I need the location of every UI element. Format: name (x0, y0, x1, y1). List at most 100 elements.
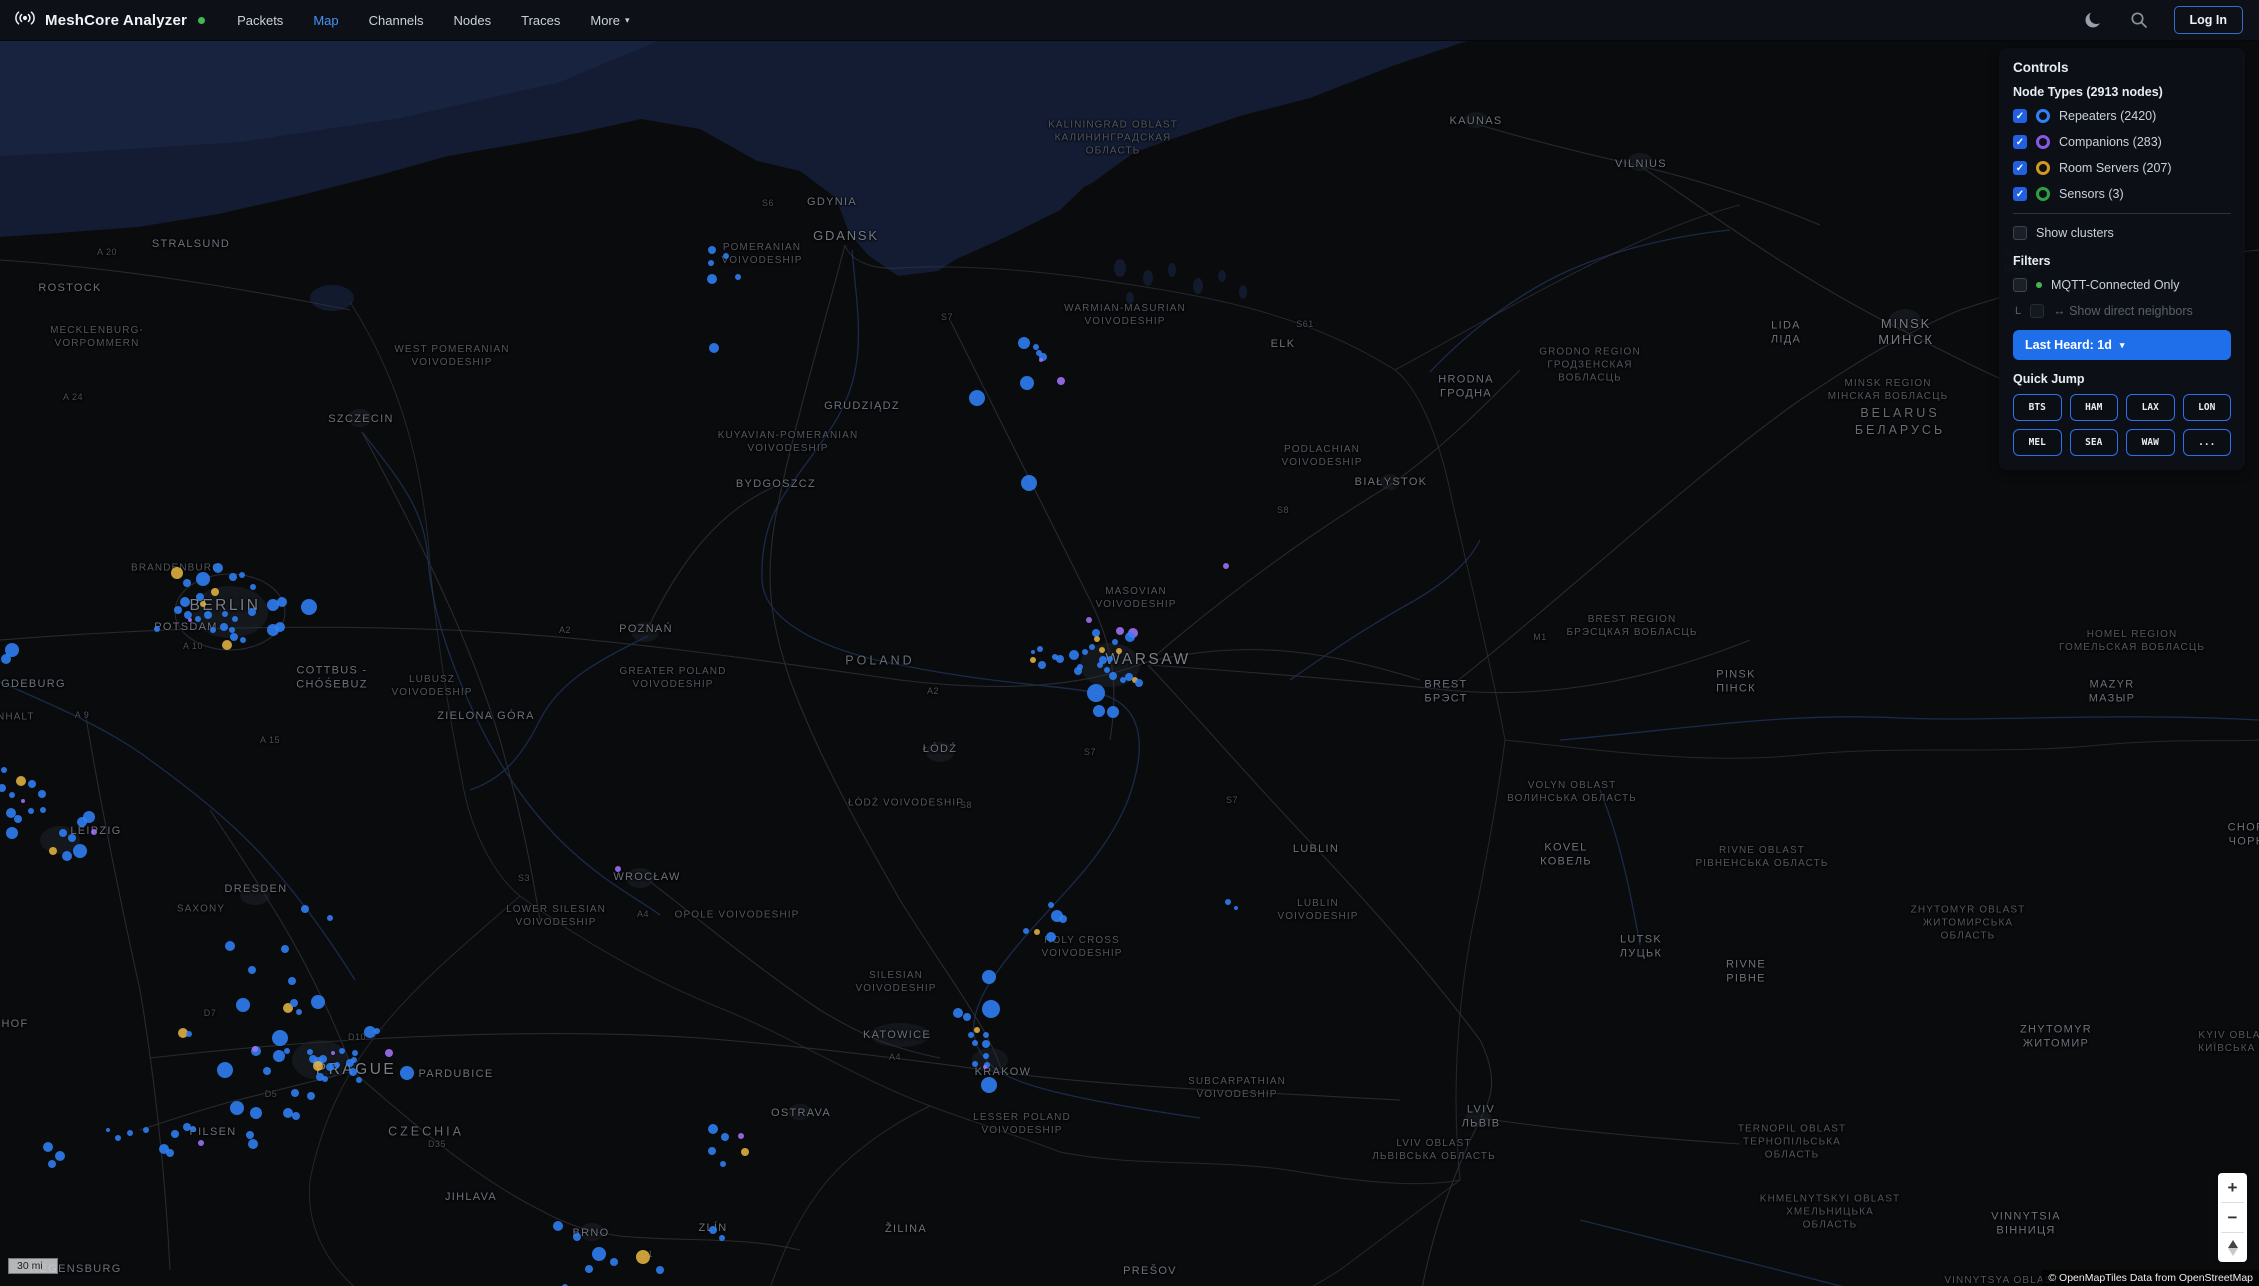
node-dot[interactable] (741, 1148, 749, 1156)
node-dot[interactable] (374, 1028, 380, 1034)
node-dot[interactable] (48, 1160, 56, 1168)
node-dot[interactable] (1116, 627, 1124, 635)
node-dot[interactable] (292, 1112, 300, 1120)
node-dot[interactable] (296, 1009, 302, 1015)
node-dot[interactable] (735, 274, 741, 280)
quick-jump-lon-button[interactable]: LON (2183, 394, 2232, 421)
node-dot[interactable] (1048, 902, 1054, 908)
brand[interactable]: MeshCore Analyzer (14, 10, 205, 31)
theme-toggle-moon-icon[interactable] (2082, 9, 2104, 31)
mqtt-checkbox[interactable] (2013, 278, 2027, 292)
node-dot[interactable] (708, 260, 714, 266)
node-dot[interactable] (213, 563, 223, 573)
node-dot[interactable] (708, 246, 716, 254)
node-dot[interactable] (972, 1061, 978, 1067)
node-dot[interactable] (983, 1053, 989, 1059)
node-dot[interactable] (1135, 679, 1143, 687)
quick-jump-sea-button[interactable]: SEA (2070, 429, 2119, 456)
node-dot[interactable] (16, 776, 26, 786)
node-dot[interactable] (40, 807, 46, 813)
node-dot[interactable] (38, 790, 46, 798)
node-dot[interactable] (301, 599, 317, 615)
node-dot[interactable] (196, 593, 204, 601)
node-dot[interactable] (6, 827, 18, 839)
quick-jump-bts-button[interactable]: BTS (2013, 394, 2062, 421)
node-dot[interactable] (969, 390, 985, 406)
nav-link-packets[interactable]: Packets (237, 13, 283, 28)
room-servers-checkbox[interactable]: ✓ (2013, 161, 2027, 175)
nav-link-map[interactable]: Map (313, 13, 338, 28)
node-dot[interactable] (171, 567, 183, 579)
node-dot[interactable] (250, 1107, 262, 1119)
node-dot[interactable] (963, 1013, 971, 1021)
node-dot[interactable] (180, 597, 190, 607)
node-dot[interactable] (204, 611, 212, 619)
node-dot[interactable] (1112, 639, 1118, 645)
repeaters-checkbox[interactable]: ✓ (2013, 109, 2027, 123)
node-dot[interactable] (272, 1030, 288, 1046)
node-dot[interactable] (222, 611, 228, 617)
node-dot[interactable] (1223, 563, 1229, 569)
node-dot[interactable] (190, 1126, 196, 1132)
node-dot[interactable] (284, 1048, 290, 1054)
node-dot[interactable] (1087, 684, 1105, 702)
node-dot[interactable] (974, 1027, 980, 1033)
node-dot[interactable] (953, 1008, 963, 1018)
node-dot[interactable] (1125, 632, 1135, 642)
compass-reset-button[interactable] (2218, 1233, 2247, 1262)
node-dot[interactable] (981, 1077, 997, 1093)
quick-jump-waw-button[interactable]: WAW (2126, 429, 2175, 456)
node-dot[interactable] (1037, 646, 1043, 652)
node-dot[interactable] (240, 637, 246, 643)
last-heard-select[interactable]: Last Heard: 1d ▾ (2013, 330, 2231, 360)
node-dot[interactable] (83, 811, 95, 823)
node-dot[interactable] (248, 966, 256, 974)
node-dot[interactable] (327, 915, 333, 921)
node-dot[interactable] (1057, 377, 1065, 385)
node-dot[interactable] (1059, 915, 1067, 923)
node-dot[interactable] (1069, 650, 1079, 660)
quick-jump-lax-button[interactable]: LAX (2126, 394, 2175, 421)
node-dot[interactable] (1074, 667, 1082, 675)
nav-link-channels[interactable]: Channels (369, 13, 424, 28)
node-dot[interactable] (154, 626, 160, 632)
node-dot[interactable] (313, 1061, 323, 1071)
node-dot[interactable] (230, 633, 238, 641)
node-dot[interactable] (334, 1062, 340, 1068)
node-dot[interactable] (59, 829, 67, 837)
search-icon[interactable] (2128, 9, 2150, 31)
node-dot[interactable] (229, 627, 235, 633)
node-dot[interactable] (250, 584, 256, 590)
node-dot[interactable] (236, 998, 250, 1012)
node-dot[interactable] (982, 1000, 1000, 1018)
node-dot[interactable] (210, 627, 216, 633)
node-dot[interactable] (143, 1127, 149, 1133)
node-dot[interactable] (229, 573, 237, 581)
node-dot[interactable] (1018, 337, 1030, 349)
node-dot[interactable] (1097, 662, 1103, 668)
map-canvas[interactable]: WARSAWPRAGUEBERLINGDANSKMINSKМИНСКPOLAND… (0, 40, 2259, 1286)
node-dot[interactable] (708, 1124, 718, 1134)
node-dot[interactable] (252, 1046, 258, 1052)
node-dot[interactable] (1034, 929, 1040, 935)
node-dot[interactable] (1116, 648, 1122, 654)
node-dot[interactable] (982, 970, 996, 984)
node-dot[interactable] (43, 1142, 53, 1152)
node-dot[interactable] (400, 1066, 414, 1080)
node-dot[interactable] (248, 1139, 258, 1149)
node-dot[interactable] (239, 572, 245, 578)
node-dot[interactable] (188, 618, 192, 622)
nav-link-nodes[interactable]: Nodes (454, 13, 492, 28)
quick-jump-mel-button[interactable]: MEL (2013, 429, 2062, 456)
node-dot[interactable] (656, 1266, 664, 1274)
neighbors-checkbox[interactable] (2030, 304, 2044, 318)
node-dot[interactable] (553, 1221, 563, 1231)
nav-link-more[interactable]: More ▾ (590, 13, 629, 28)
nav-link-traces[interactable]: Traces (521, 13, 560, 28)
node-dot[interactable] (9, 792, 15, 798)
node-dot[interactable] (174, 606, 182, 614)
show-clusters-checkbox[interactable] (2013, 226, 2027, 240)
node-dot[interactable] (21, 799, 25, 803)
node-dot[interactable] (1089, 644, 1095, 650)
node-dot[interactable] (267, 624, 279, 636)
